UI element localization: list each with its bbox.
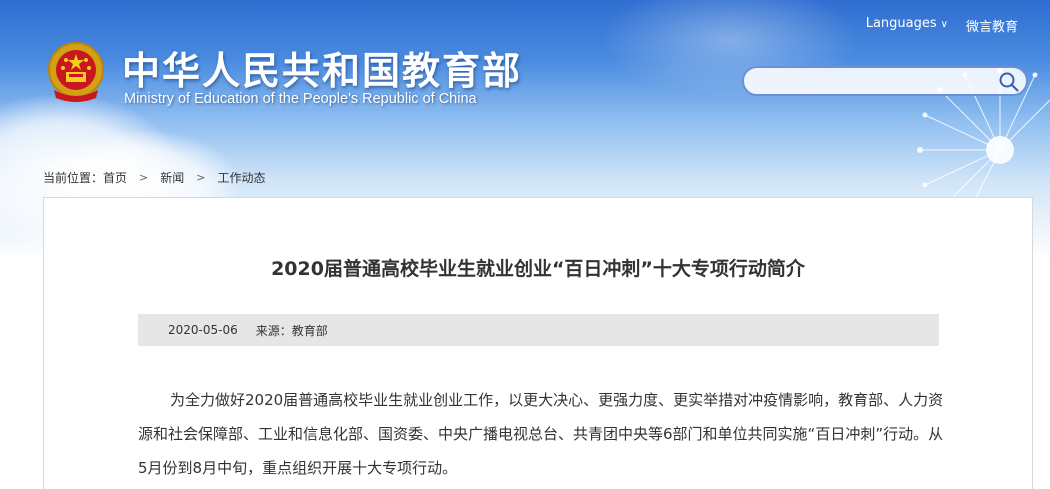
page: Languages ∨ 微言教育 中华人民共和国教育部 Ministry of E… xyxy=(0,0,1050,489)
breadcrumb-prefix: 当前位置： xyxy=(43,171,104,185)
header-links: Languages ∨ 微言教育 xyxy=(866,16,1018,35)
breadcrumb-separator: > xyxy=(139,171,149,184)
article-body: 为全力做好2020届普通高校毕业生就业创业工作，以更大决心、更强力度、更实举措对… xyxy=(138,391,944,477)
chevron-down-icon: ∨ xyxy=(940,19,948,30)
breadcrumb-separator: > xyxy=(196,171,206,184)
national-emblem-icon xyxy=(48,42,104,102)
article-card: 2020届普通高校毕业生就业创业“百日冲刺”十大专项行动简介 2020-05-0… xyxy=(43,197,1033,489)
site-title-en: Ministry of Education of the People's Re… xyxy=(124,91,477,107)
article-meta-bar: 2020-05-06 来源：教育部 xyxy=(138,314,939,346)
breadcrumb-news[interactable]: 新闻 xyxy=(160,169,184,186)
article-source: 来源：教育部 xyxy=(255,323,328,338)
site-title-cn: 中华人民共和国教育部 xyxy=(122,49,523,93)
languages-link[interactable]: Languages ∨ xyxy=(866,16,948,35)
article-title: 2020届普通高校毕业生就业创业“百日冲刺”十大专项行动简介 xyxy=(271,258,805,280)
search-icon[interactable] xyxy=(998,71,1020,93)
breadcrumb-work-news[interactable]: 工作动态 xyxy=(217,169,265,186)
search-input[interactable] xyxy=(758,72,992,94)
search-box xyxy=(742,66,1028,96)
article-date: 2020-05-06 xyxy=(168,323,238,337)
weiyan-link[interactable]: 微言教育 xyxy=(966,16,1018,35)
languages-label: Languages xyxy=(865,16,937,31)
breadcrumb-home[interactable]: 首页 xyxy=(103,169,127,186)
breadcrumb: 当前位置： 首页 > 新闻 > 工作动态 xyxy=(43,169,266,186)
